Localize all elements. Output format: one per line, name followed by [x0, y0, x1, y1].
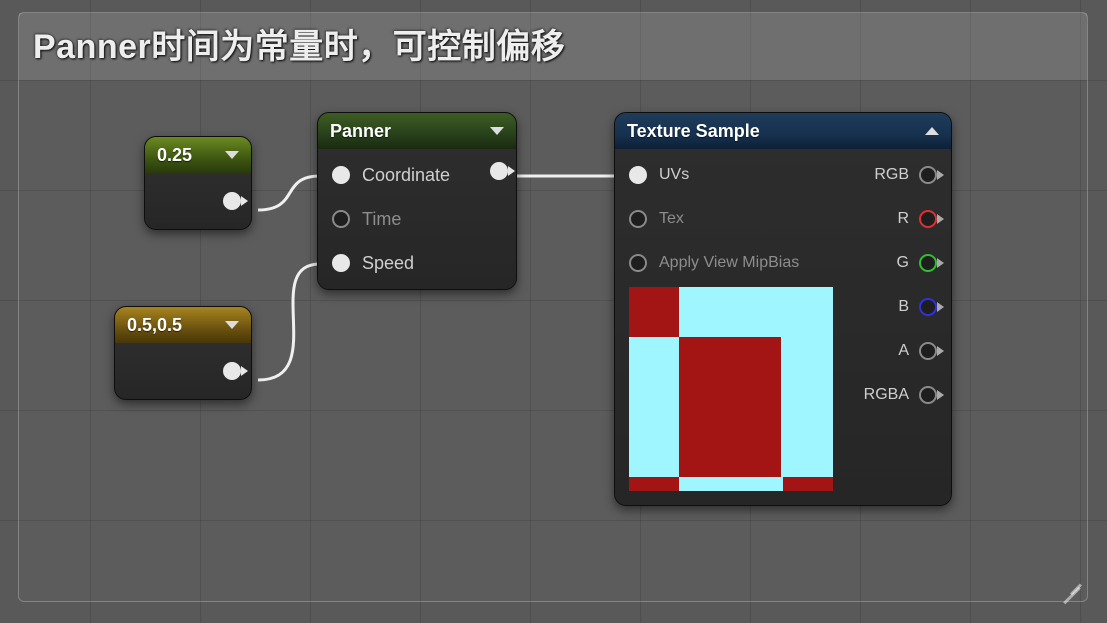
panner-input-time[interactable]: Time	[318, 197, 516, 241]
output-pin-b[interactable]	[919, 298, 937, 316]
panner-node[interactable]: Panner Coordinate Time Speed	[317, 112, 517, 290]
output-label: B	[898, 298, 909, 316]
output-label: R	[897, 210, 909, 228]
chevron-down-icon[interactable]	[225, 321, 239, 329]
input-pin-tex[interactable]	[629, 210, 647, 228]
output-pin-rgba[interactable]	[919, 386, 937, 404]
panner-node-title: Panner	[330, 121, 391, 142]
output-pin-a[interactable]	[919, 342, 937, 360]
input-pin-coordinate[interactable]	[332, 166, 350, 184]
comment-title[interactable]: Panner时间为常量时，可控制偏移	[19, 13, 1087, 80]
output-label: RGB	[874, 166, 909, 184]
panner-node-header[interactable]: Panner	[318, 113, 516, 149]
input-pin-uvs[interactable]	[629, 166, 647, 184]
texture-preview[interactable]	[629, 287, 833, 491]
input-label: Time	[362, 209, 401, 230]
output-label: RGBA	[864, 386, 909, 404]
chevron-down-icon[interactable]	[225, 151, 239, 159]
output-pin-r[interactable]	[919, 210, 937, 228]
constant-node-1-value: 0.25	[157, 145, 192, 166]
texture-sample-title: Texture Sample	[627, 121, 760, 142]
input-label: UVs	[659, 166, 689, 184]
ts-row-mipbias: Apply View MipBias G	[615, 241, 951, 285]
constant-node-2-output-pin[interactable]	[223, 362, 241, 380]
panner-input-coordinate[interactable]: Coordinate	[318, 153, 516, 197]
texture-sample-node[interactable]: Texture Sample UVs RGB Tex R	[614, 112, 952, 506]
constant-node-1-header[interactable]: 0.25	[145, 137, 251, 173]
constant-node-2-value: 0.5,0.5	[127, 315, 182, 336]
output-pin-rgb[interactable]	[919, 166, 937, 184]
texture-sample-header[interactable]: Texture Sample	[615, 113, 951, 149]
output-pin-g[interactable]	[919, 254, 937, 272]
output-label: A	[898, 342, 909, 360]
input-pin-speed[interactable]	[332, 254, 350, 272]
input-label: Coordinate	[362, 165, 450, 186]
ts-row-tex: Tex R	[615, 197, 951, 241]
input-label: Tex	[659, 210, 684, 228]
panner-output-pin[interactable]	[490, 162, 508, 180]
constant-node-1-output-pin[interactable]	[223, 192, 241, 210]
input-pin-time[interactable]	[332, 210, 350, 228]
constant-node-2[interactable]: 0.5,0.5	[114, 306, 252, 400]
constant-node-2-header[interactable]: 0.5,0.5	[115, 307, 251, 343]
constant-node-1[interactable]: 0.25	[144, 136, 252, 230]
resize-handle-icon[interactable]	[1061, 575, 1083, 597]
ts-row-uvs: UVs RGB	[615, 153, 951, 197]
chevron-up-icon[interactable]	[925, 127, 939, 135]
panner-input-speed[interactable]: Speed	[318, 241, 516, 285]
input-pin-mipbias[interactable]	[629, 254, 647, 272]
input-label: Apply View MipBias	[659, 254, 799, 272]
input-label: Speed	[362, 253, 414, 274]
output-label: G	[897, 254, 909, 272]
chevron-down-icon[interactable]	[490, 127, 504, 135]
